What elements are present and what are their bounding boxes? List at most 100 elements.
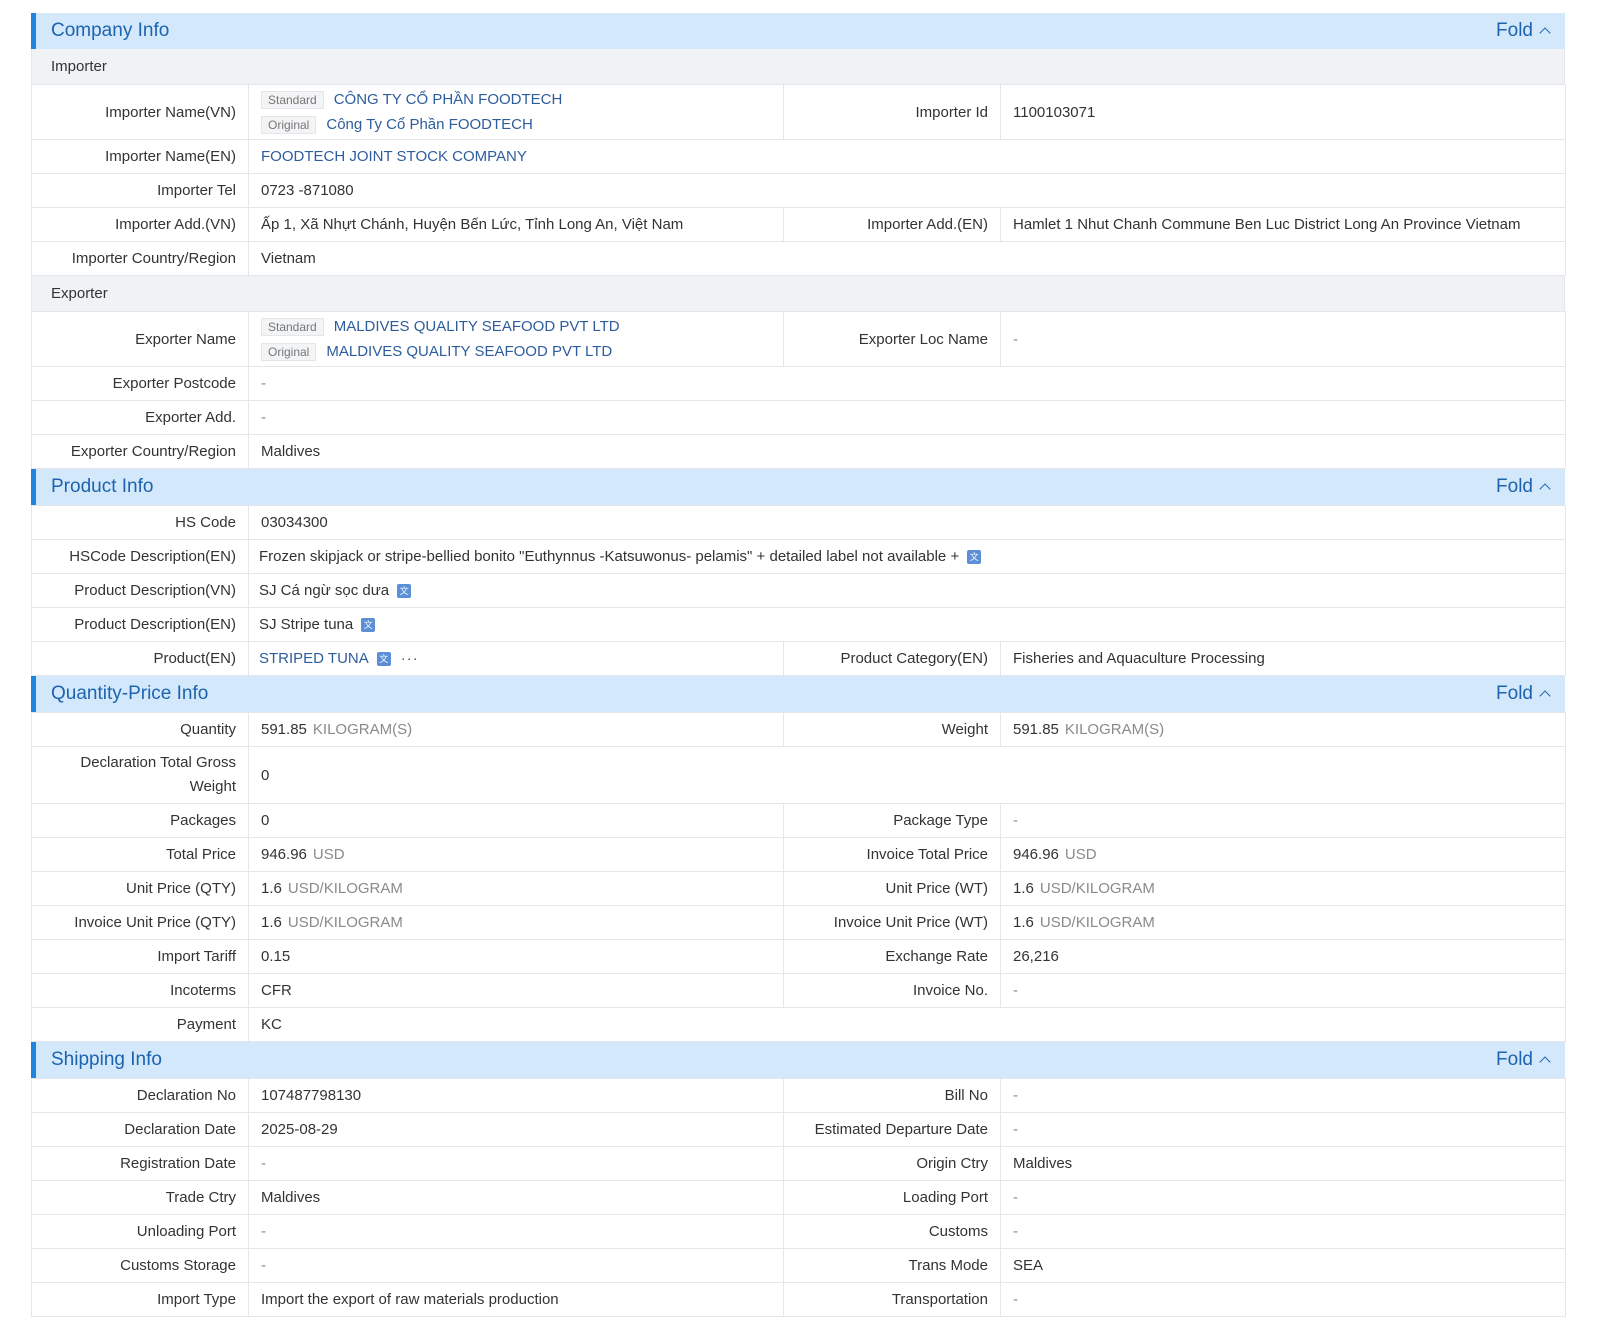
field-label: Import Tariff: [31, 939, 249, 974]
standard-tag: Standard: [261, 90, 324, 109]
exporter-postcode: -: [248, 366, 1566, 401]
field-label: Unloading Port: [31, 1214, 249, 1249]
translate-icon[interactable]: 文: [397, 584, 412, 599]
standard-tag: Standard: [261, 317, 324, 336]
importer-table: Importer Name(VN) Standard CÔNG TY CỔ PHẦ…: [31, 84, 1566, 276]
exporter-table: Exporter Name Standard MALDIVES QUALITY S…: [31, 311, 1566, 469]
table-row: Payment KC: [31, 1007, 1566, 1042]
field-label: Exporter Add.: [31, 400, 249, 435]
importer-subheader: Importer: [31, 49, 1565, 84]
customs: -: [1000, 1214, 1566, 1249]
field-label: Invoice Total Price: [783, 837, 1001, 872]
section-title: Quantity-Price Info: [51, 683, 209, 704]
table-row: Importer Country/Region Vietnam: [31, 241, 1566, 276]
weight-value: 591.85: [1013, 721, 1059, 738]
hs-description: Frozen skipjack or stripe-bellied bonito…: [247, 539, 1567, 574]
field-label: Exporter Name: [31, 311, 249, 367]
translate-icon[interactable]: 文: [361, 618, 376, 633]
table-row: Trade Ctry Maldives Loading Port -: [31, 1180, 1566, 1215]
unit-price-qty-value: 1.6: [261, 880, 282, 897]
exporter-name-standard-link[interactable]: MALDIVES QUALITY SEAFOOD PVT LTD: [334, 318, 620, 335]
unit-price-wt-value: 1.6: [1013, 880, 1034, 897]
estimated-departure-date: -: [1000, 1112, 1566, 1147]
field-label: Invoice No.: [783, 973, 1001, 1008]
section-title: Product Info: [51, 476, 154, 497]
invoice-unit-qty-value: 1.6: [261, 914, 282, 931]
product-en-link[interactable]: STRIPED TUNA: [259, 650, 369, 667]
total-price: 946.96 USD: [248, 837, 784, 872]
fold-button[interactable]: Fold: [1496, 683, 1551, 705]
invoice-unit-qty-unit: USD/KILOGRAM: [287, 914, 403, 931]
importer-name-en: FOODTECH JOINT STOCK COMPANY: [248, 139, 1566, 174]
importer-name-en-link[interactable]: FOODTECH JOINT STOCK COMPANY: [261, 148, 527, 165]
payment: KC: [248, 1007, 1566, 1042]
table-row: Importer Name(VN) Standard CÔNG TY CỔ PHẦ…: [31, 84, 1566, 140]
field-label: Importer Add.(EN): [783, 207, 1001, 242]
table-row: Declaration Total Gross Weight 0: [31, 746, 1566, 804]
table-row: Importer Name(EN) FOODTECH JOINT STOCK C…: [31, 139, 1566, 174]
shipping-table: Declaration No 107487798130 Bill No - De…: [31, 1078, 1566, 1317]
fold-label: Fold: [1496, 20, 1533, 41]
field-label: Importer Name(VN): [31, 84, 249, 140]
fold-button[interactable]: Fold: [1496, 476, 1551, 498]
exporter-subheader: Exporter: [31, 276, 1565, 311]
product-description-en-text: SJ Stripe tuna: [259, 616, 354, 633]
quantity-value: 591.85: [261, 721, 307, 738]
invoice-unit-price-wt: 1.6 USD/KILOGRAM: [1000, 905, 1566, 940]
shipping-info-header: Shipping Info Fold: [31, 1042, 1565, 1078]
table-row: Exporter Postcode -: [31, 366, 1566, 401]
exporter-name-original-link[interactable]: MALDIVES QUALITY SEAFOOD PVT LTD: [326, 343, 612, 360]
field-label: Trade Ctry: [31, 1180, 249, 1215]
invoice-total-value: 946.96: [1013, 846, 1059, 863]
field-label: Exporter Postcode: [31, 366, 249, 401]
importer-name-standard-link[interactable]: CÔNG TY CỔ PHẦN FOODTECH: [334, 91, 563, 108]
invoice-total-unit: USD: [1064, 846, 1097, 863]
product-info-header: Product Info Fold: [31, 469, 1565, 505]
table-row: Incoterms CFR Invoice No. -: [31, 973, 1566, 1008]
field-label: Unit Price (QTY): [31, 871, 249, 906]
original-tag: Original: [261, 115, 317, 134]
chevron-up-icon: [1539, 27, 1551, 39]
customs-storage: -: [248, 1248, 784, 1283]
fold-button[interactable]: Fold: [1496, 1049, 1551, 1071]
importer-add-vn: Ấp 1, Xã Nhựt Chánh, Huyện Bến Lức, Tỉnh…: [248, 207, 784, 242]
section-title: Company Info: [51, 20, 170, 41]
table-row: Exporter Name Standard MALDIVES QUALITY S…: [31, 311, 1566, 367]
bill-no: -: [1000, 1078, 1566, 1113]
hs-code: 03034300: [247, 505, 1567, 540]
weight: 591.85 KILOGRAM(S): [1000, 712, 1566, 747]
invoice-unit-wt-unit: USD/KILOGRAM: [1039, 914, 1155, 931]
more-icon[interactable]: ···: [401, 650, 419, 667]
table-row: Product Description(EN) SJ Stripe tuna 文: [31, 607, 1567, 642]
exchange-rate: 26,216: [1000, 939, 1566, 974]
fold-button[interactable]: Fold: [1496, 20, 1551, 42]
invoice-unit-price-qty: 1.6 USD/KILOGRAM: [248, 905, 784, 940]
field-label: Unit Price (WT): [783, 871, 1001, 906]
registration-date: -: [248, 1146, 784, 1181]
product-en: STRIPED TUNA 文 ···: [248, 641, 784, 676]
translate-icon[interactable]: 文: [376, 652, 391, 667]
trade-country: Maldives: [248, 1180, 784, 1215]
field-label: Payment: [31, 1007, 249, 1042]
importer-name-vn: Standard CÔNG TY CỔ PHẦN FOODTECH Origina…: [248, 84, 784, 140]
field-label: Incoterms: [31, 973, 249, 1008]
trade-record-detail: Company Info Fold Importer Importer Name…: [31, 13, 1567, 1317]
field-label: Total Price: [31, 837, 249, 872]
translate-icon[interactable]: 文: [967, 550, 982, 565]
field-label: Registration Date: [31, 1146, 249, 1181]
import-tariff: 0.15: [248, 939, 784, 974]
field-label: Importer Add.(VN): [31, 207, 249, 242]
invoice-total-price: 946.96 USD: [1000, 837, 1566, 872]
field-label: Transportation: [783, 1282, 1001, 1317]
chevron-up-icon: [1539, 483, 1551, 495]
table-row: Importer Add.(VN) Ấp 1, Xã Nhựt Chánh, H…: [31, 207, 1566, 242]
field-label: Importer Name(EN): [31, 139, 249, 174]
total-price-value: 946.96: [261, 846, 307, 863]
field-label: HSCode Description(EN): [31, 539, 249, 574]
transportation: -: [1000, 1282, 1566, 1317]
field-label: Customs Storage: [31, 1248, 249, 1283]
table-row: Unloading Port - Customs -: [31, 1214, 1566, 1249]
table-row: Declaration No 107487798130 Bill No -: [31, 1078, 1566, 1113]
importer-name-original-link[interactable]: Công Ty Cổ Phần FOODTECH: [326, 116, 532, 133]
importer-add-en: Hamlet 1 Nhut Chanh Commune Ben Luc Dist…: [1000, 207, 1566, 242]
